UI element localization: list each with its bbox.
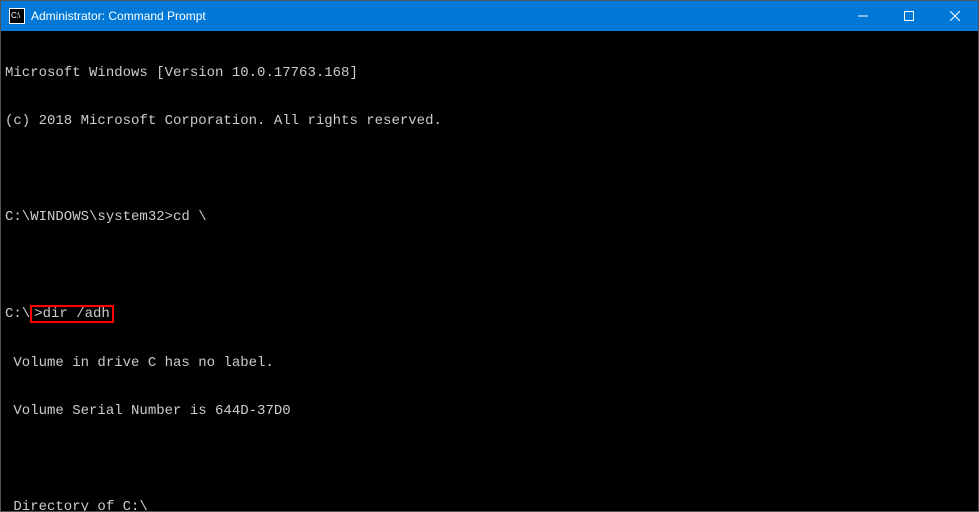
window-title: Administrator: Command Prompt	[31, 9, 206, 23]
terminal-area[interactable]: Microsoft Windows [Version 10.0.17763.16…	[1, 31, 978, 511]
highlighted-command: >dir /adh	[30, 305, 114, 323]
close-icon	[950, 11, 960, 21]
volume-serial-line: Volume Serial Number is 644D-37D0	[5, 403, 974, 419]
prompt-line-1: C:\WINDOWS\system32>cd \	[5, 209, 974, 225]
prompt-path: C:\	[5, 306, 30, 322]
prompt-line-2: C:\>dir /adh	[5, 305, 974, 323]
command-prompt-window: C:\ Administrator: Command Prompt Micros…	[0, 0, 979, 512]
maximize-button[interactable]	[886, 1, 932, 31]
version-line: Microsoft Windows [Version 10.0.17763.16…	[5, 65, 974, 81]
minimize-icon	[858, 11, 868, 21]
minimize-button[interactable]	[840, 1, 886, 31]
cmd-icon: C:\	[9, 8, 25, 24]
command-text: dir /adh	[43, 306, 110, 322]
titlebar[interactable]: C:\ Administrator: Command Prompt	[1, 1, 978, 31]
prompt-path: C:\WINDOWS\system32>	[5, 209, 173, 225]
directory-of-line: Directory of C:\	[5, 499, 974, 511]
volume-label-line: Volume in drive C has no label.	[5, 355, 974, 371]
maximize-icon	[904, 11, 914, 21]
copyright-line: (c) 2018 Microsoft Corporation. All righ…	[5, 113, 974, 129]
command-text: cd \	[173, 209, 207, 225]
close-button[interactable]	[932, 1, 978, 31]
